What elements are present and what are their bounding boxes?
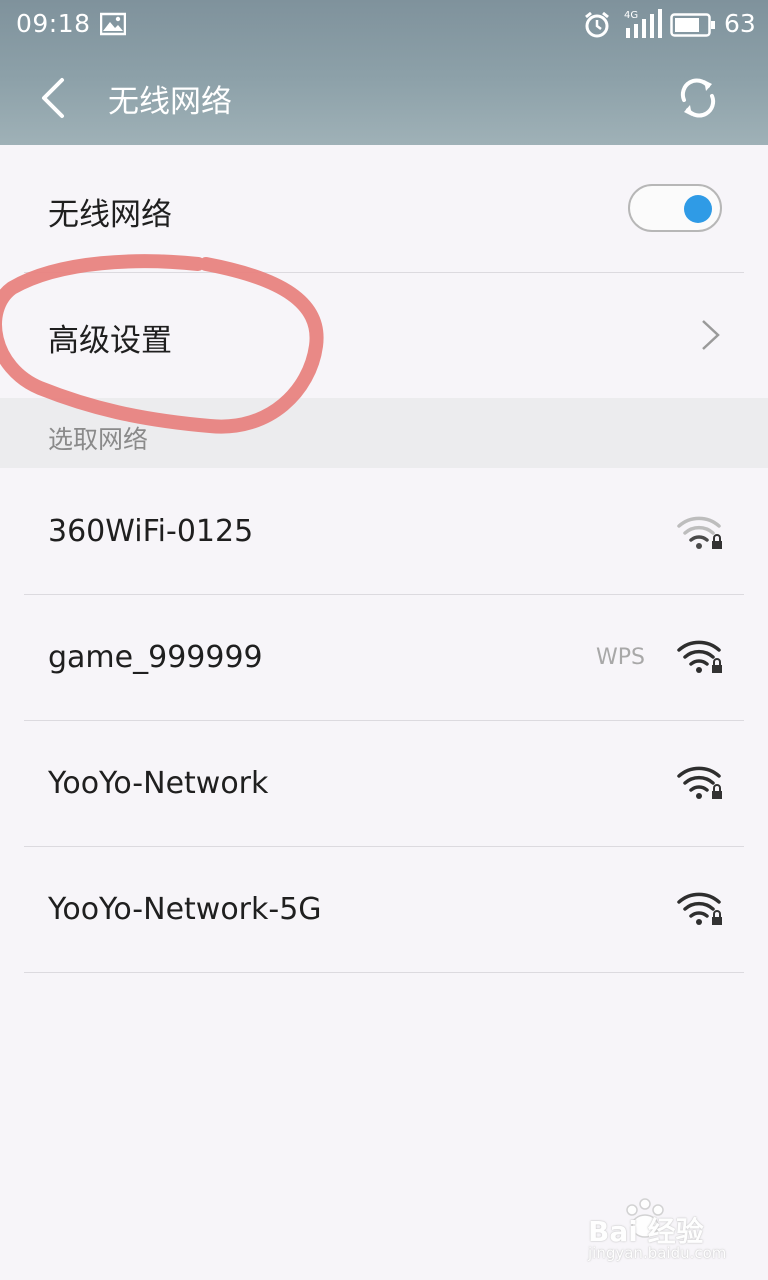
- page-title: 无线网络: [108, 84, 232, 120]
- status-time: 09:18: [16, 9, 91, 38]
- network-item[interactable]: YooYo-Network-5G: [0, 847, 768, 972]
- network-ssid: YooYo-Network: [48, 766, 269, 801]
- refresh-icon[interactable]: [674, 74, 722, 122]
- section-header: 选取网络: [0, 398, 768, 468]
- wifi-toggle-label: 无线网络: [48, 197, 172, 233]
- section-header-label: 选取网络: [48, 425, 149, 454]
- signal-icon: 4G: [624, 9, 662, 38]
- advanced-settings-row[interactable]: 高级设置: [0, 273, 768, 398]
- wifi-strong-lock-icon: [677, 640, 722, 673]
- back-icon[interactable]: [36, 76, 76, 120]
- divider: [24, 972, 744, 973]
- battery-percent: 63: [724, 9, 756, 38]
- wifi-toggle-switch[interactable]: [628, 184, 722, 232]
- network-item[interactable]: YooYo-Network: [0, 721, 768, 846]
- advanced-settings-label: 高级设置: [48, 323, 172, 359]
- network-item[interactable]: game_999999: [0, 595, 768, 720]
- watermark-site: jingyan.baidu.com: [588, 1244, 727, 1262]
- watermark: Bai 经验 jingyan.baidu.com: [588, 1196, 738, 1266]
- network-ssid: YooYo-Network-5G: [48, 892, 322, 927]
- network-ssid: game_999999: [48, 640, 263, 675]
- image-icon: [100, 12, 126, 36]
- alarm-icon: [585, 11, 609, 38]
- network-type-label: 4G: [624, 10, 638, 21]
- wifi-strong-lock-icon: [677, 766, 722, 799]
- wps-badge: WPS: [596, 645, 645, 670]
- wifi-weak-lock-icon: [677, 516, 722, 549]
- battery-icon: [670, 13, 715, 37]
- chevron-right-icon: [702, 320, 720, 350]
- toggle-knob: [684, 195, 712, 223]
- network-ssid: 360WiFi-0125: [48, 514, 254, 549]
- top-bar: 09:18 4G 63 无线网络: [0, 0, 768, 145]
- network-item[interactable]: 360WiFi-0125: [0, 468, 768, 594]
- wifi-strong-lock-icon: [677, 892, 722, 925]
- status-bar: 09:18 4G 63: [0, 0, 768, 50]
